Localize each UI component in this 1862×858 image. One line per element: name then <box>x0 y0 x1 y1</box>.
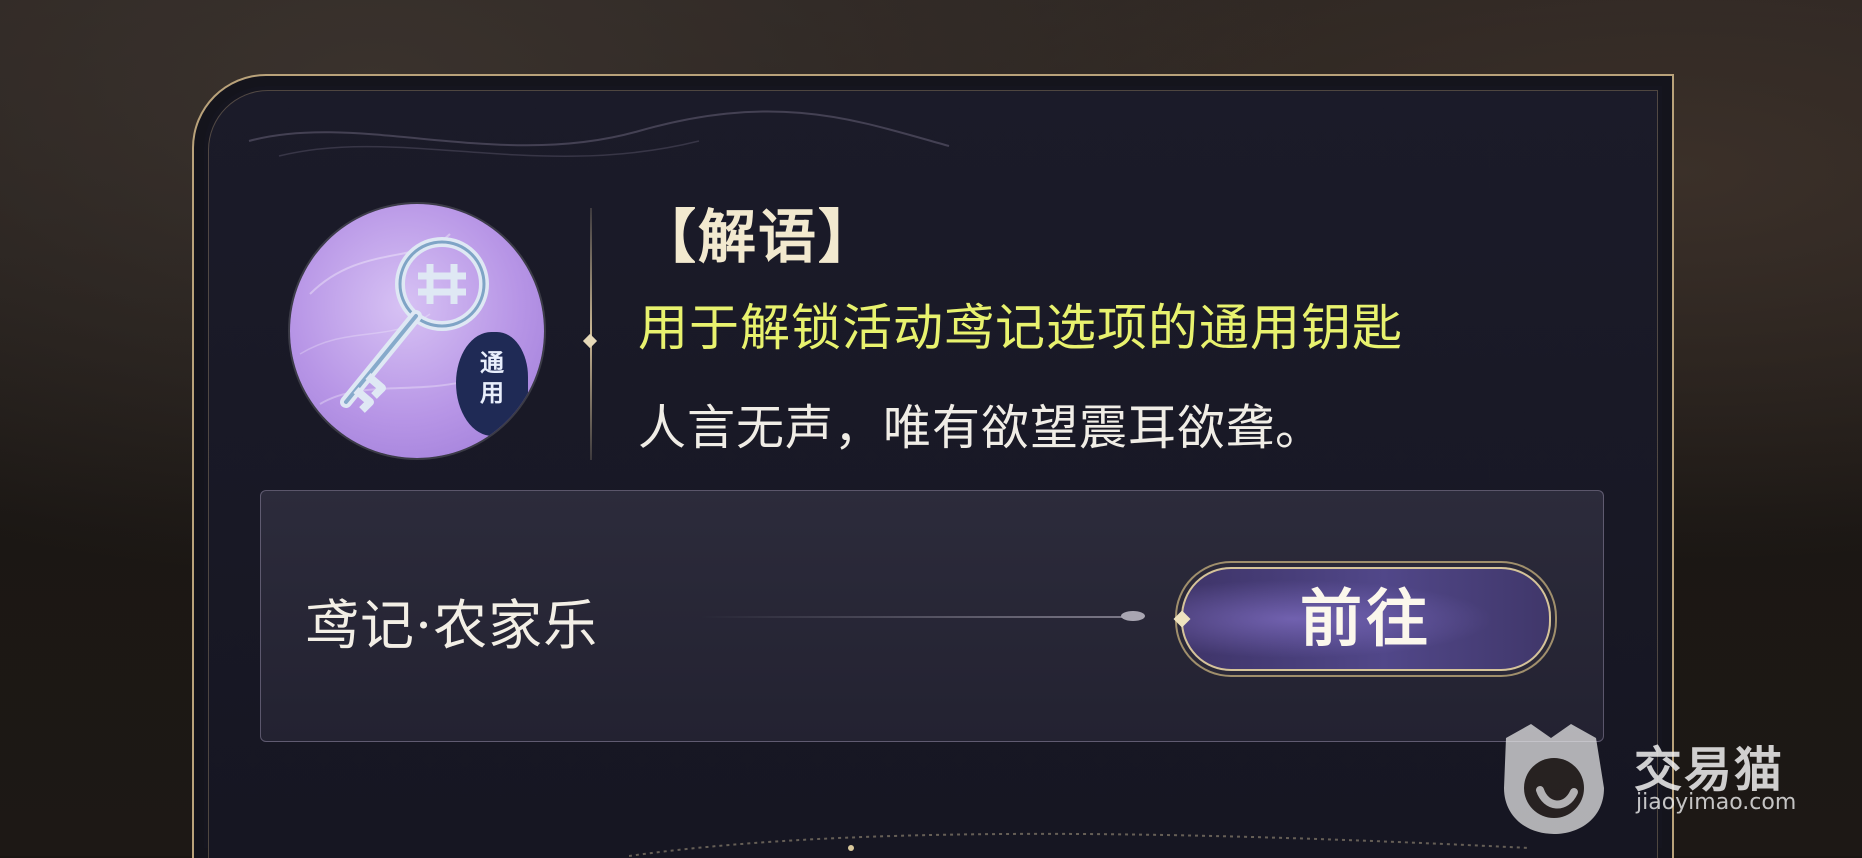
bottom-ornament <box>629 832 1529 857</box>
item-flavor-text: 人言无声，唯有欲望震耳欲聋。 <box>638 400 1325 456</box>
source-name: 鸢记·农家乐 <box>305 594 599 657</box>
game-background: 通 用 【解语】 用于解锁活动鸢记选项的通用钥匙 人言无声，唯有欲望震耳欲聋。 … <box>0 0 1862 858</box>
item-description: 用于解锁活动鸢记选项的通用钥匙 <box>638 299 1403 357</box>
source-connector-line <box>701 616 1131 618</box>
source-connector-end <box>1121 611 1145 621</box>
button-diamond-icon <box>1173 610 1191 628</box>
badge-char-1: 通 <box>480 349 504 377</box>
universal-badge: 通 用 <box>456 332 528 436</box>
watermark-url: jiaoyimao.com <box>1636 790 1797 815</box>
badge-char-2: 用 <box>480 379 504 407</box>
item-title: 【解语】 <box>638 203 879 271</box>
go-button[interactable]: 前往 <box>1173 567 1551 671</box>
item-icon: 通 用 <box>290 204 544 458</box>
cat-logo-icon <box>1504 724 1604 834</box>
go-button-label: 前往 <box>1299 582 1432 655</box>
source-box: 鸢记·农家乐 前往 <box>260 490 1604 742</box>
swirl-ornament <box>248 110 950 157</box>
